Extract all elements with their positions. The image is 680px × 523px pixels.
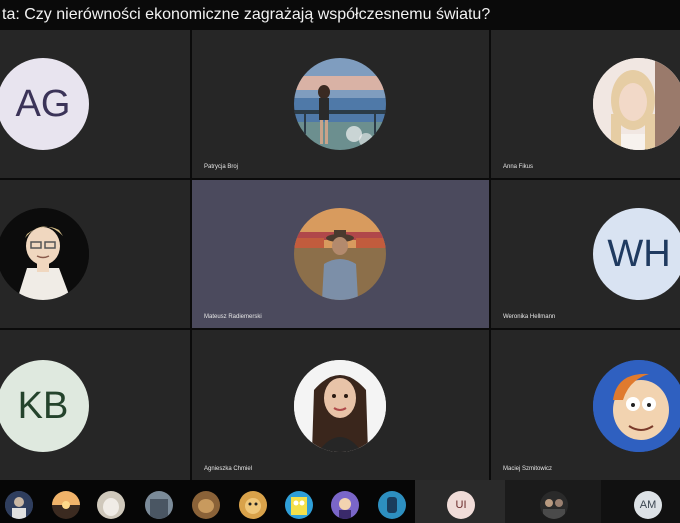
portrait-photo-icon [294, 360, 386, 452]
participant-name: Patrycja Broj [204, 164, 239, 170]
participant-name: Agnieszka Chmiel [204, 466, 253, 472]
participant-tile-ag[interactable]: AG [0, 30, 190, 178]
thumb-avatar[interactable] [239, 491, 267, 519]
person-photo-icon [5, 491, 33, 519]
avatar [294, 58, 386, 150]
avatar [593, 58, 680, 150]
participant-name: Anna Fikus [503, 164, 534, 170]
avatar [593, 360, 680, 452]
thumb-avatar[interactable] [97, 491, 125, 519]
sponge-cartoon-icon [285, 491, 313, 519]
beach-photo-icon [294, 58, 386, 150]
thumb-avatar[interactable] [5, 491, 33, 519]
participant-tile-agnieszka[interactable]: Agnieszka Chmiel [192, 330, 489, 480]
thumb-avatar[interactable] [378, 491, 406, 519]
avatar [294, 360, 386, 452]
selfie-photo-icon [593, 58, 680, 150]
group-photo-icon [540, 491, 568, 519]
participant-strip: UI AM [0, 480, 680, 523]
avatar: KB [0, 360, 89, 452]
participant-name: Maciej Szmitowicz [503, 466, 553, 472]
cartoon-face-photo-icon [593, 360, 680, 452]
thumb-avatar[interactable]: AM [634, 491, 662, 519]
participant-tile-weronika[interactable]: WH Weronika Hellmann [491, 180, 680, 328]
participant-name: Weronika Hellmann [503, 314, 556, 320]
avatar-initials: KB [17, 384, 69, 427]
sunset-photo-icon [52, 491, 80, 519]
participant-tile-patrycja-broj[interactable]: Patrycja Broj [192, 30, 489, 178]
building-photo-icon [145, 491, 173, 519]
avatar-initials: AG [15, 82, 71, 125]
animal-photo-icon [192, 491, 220, 519]
participant-tile-anna-fikus[interactable]: Anna Fikus [491, 30, 680, 178]
thumb-avatar[interactable] [192, 491, 220, 519]
dog-photo-icon [239, 491, 267, 519]
avatar [0, 208, 89, 300]
avatar-initials: WH [607, 232, 671, 275]
thumb-avatar[interactable] [331, 491, 359, 519]
pet-photo-icon [97, 491, 125, 519]
meeting-title: ta: Czy nierówności ekonomiczne zagrażaj… [0, 0, 680, 30]
avatar: WH [593, 208, 680, 300]
avatar: AG [0, 58, 89, 150]
participant-tile-kb[interactable]: KB [0, 330, 190, 480]
participant-tile-cartoon[interactable] [0, 180, 190, 328]
participant-tile-mateusz[interactable]: Mateusz Radiemerski [192, 180, 489, 328]
thumb-avatar[interactable] [285, 491, 313, 519]
cartoon-avatar-icon [0, 208, 89, 300]
thumb-avatar[interactable] [540, 491, 568, 519]
thumb-avatar[interactable]: UI [447, 491, 475, 519]
avatar [294, 208, 386, 300]
character-icon [331, 491, 359, 519]
logo-photo-icon [378, 491, 406, 519]
thumb-avatar[interactable] [52, 491, 80, 519]
avatar-initials: AM [639, 499, 657, 511]
thumb-avatar[interactable] [145, 491, 173, 519]
avatar-initials: UI [455, 499, 467, 511]
participant-tile-maciej[interactable]: Maciej Szmitowicz [491, 330, 680, 480]
video-grid: AG Patrycja Broj Anna Fikus Mateusz Radi… [0, 30, 680, 480]
field-photo-icon [294, 208, 386, 300]
participant-name: Mateusz Radiemerski [204, 314, 262, 320]
